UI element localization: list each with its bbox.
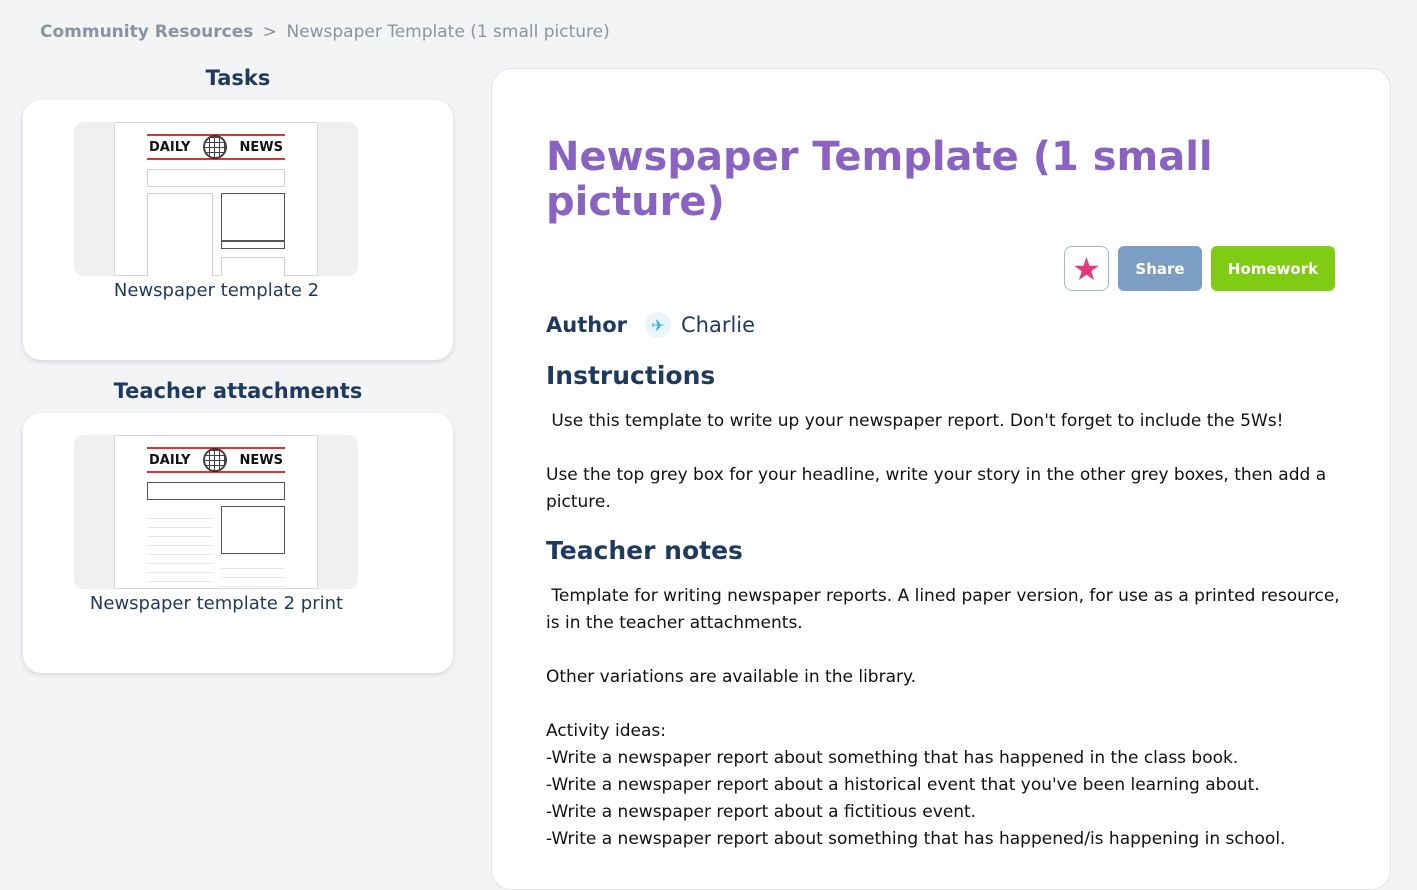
newspaper-masthead: DAILY NEWS: [147, 447, 285, 473]
newspaper-preview: DAILY NEWS: [114, 122, 318, 276]
task-card[interactable]: DAILY NEWS Newspaper template 2: [23, 100, 453, 360]
picture-box: [221, 193, 285, 241]
attachment-card[interactable]: DAILY NEWS Newspaper template 2 print: [23, 413, 453, 673]
lined-area-2: [221, 560, 285, 588]
headline-box: [147, 169, 285, 187]
activity-ideas-list: Activity ideas: -Write a newspaper repor…: [546, 721, 1286, 849]
headline-box: [147, 482, 285, 500]
story-box: [147, 193, 213, 276]
masthead-news: NEWS: [239, 452, 283, 468]
instructions-paragraph-2: Use the top grey box for your headline, …: [546, 465, 1332, 512]
homework-button[interactable]: Homework: [1211, 246, 1335, 291]
task-thumbnail[interactable]: DAILY NEWS: [74, 122, 358, 276]
author-row: Author ✈ Charlie: [546, 312, 755, 338]
resource-detail-card: Newspaper Template (1 small picture) ★ S…: [491, 68, 1391, 890]
author-label: Author: [546, 313, 627, 337]
instructions-paragraph-1: Use this template to write up your newsp…: [546, 411, 1284, 431]
attachment-thumbnail[interactable]: DAILY NEWS: [74, 435, 358, 589]
favorite-button[interactable]: ★: [1064, 246, 1109, 291]
teacher-notes-heading: Teacher notes: [546, 536, 743, 565]
task-title-link[interactable]: Newspaper template 2: [23, 280, 410, 301]
action-bar: ★ Share Homework: [1064, 246, 1335, 291]
breadcrumb-root-link[interactable]: Community Resources: [40, 22, 253, 42]
tasks-heading: Tasks: [205, 66, 271, 90]
author-name[interactable]: Charlie: [681, 313, 755, 337]
attachment-title-link[interactable]: Newspaper template 2 print: [23, 593, 410, 614]
teacher-attachments-heading: Teacher attachments: [113, 379, 363, 403]
newspaper-print-preview: DAILY NEWS: [114, 435, 318, 589]
globe-icon: [202, 448, 227, 472]
story-box-2: [221, 257, 285, 276]
masthead-daily: DAILY: [149, 139, 191, 155]
lined-area: [147, 510, 213, 588]
breadcrumb-current: Newspaper Template (1 small picture): [286, 22, 610, 42]
teacher-notes-paragraph-1: Template for writing newspaper reports. …: [546, 586, 1346, 633]
instructions-heading: Instructions: [546, 361, 716, 390]
newspaper-masthead: DAILY NEWS: [147, 134, 285, 160]
share-button[interactable]: Share: [1118, 246, 1202, 291]
masthead-news: NEWS: [239, 139, 283, 155]
breadcrumb-separator: >: [262, 22, 278, 42]
breadcrumb: Community Resources > Newspaper Template…: [40, 22, 610, 42]
paper-plane-icon: ✈: [644, 312, 671, 338]
page-title: Newspaper Template (1 small picture): [546, 134, 1213, 225]
globe-icon: [202, 135, 227, 159]
teacher-notes-paragraph-2: Other variations are available in the li…: [546, 667, 917, 687]
picture-box: [221, 506, 285, 554]
star-icon: ★: [1072, 249, 1101, 288]
caption-box: [221, 241, 285, 249]
masthead-daily: DAILY: [149, 452, 191, 468]
